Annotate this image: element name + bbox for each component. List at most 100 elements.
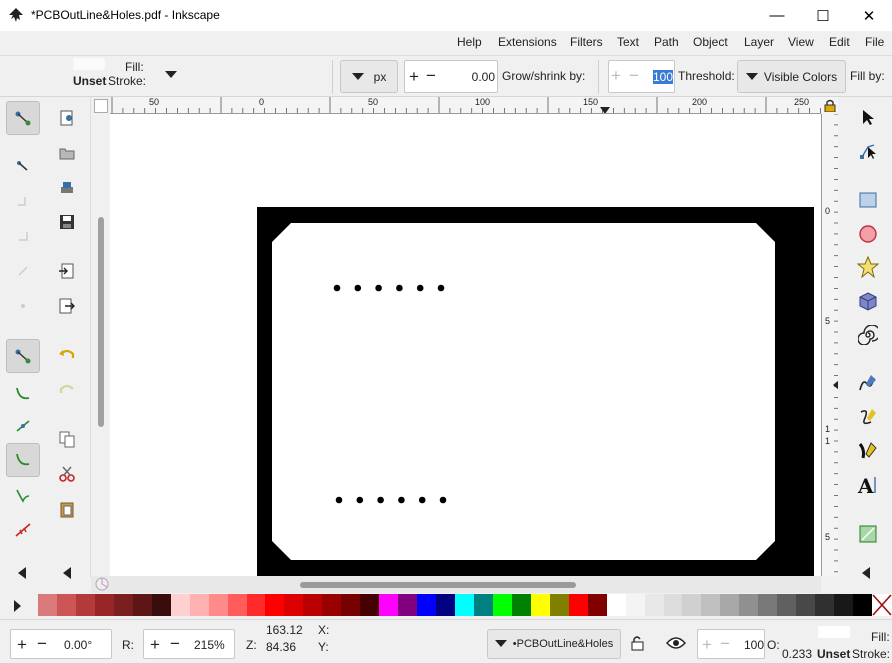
disabled-tool-icon[interactable] <box>6 219 40 253</box>
zoom-spinbox[interactable]: + − 215% <box>143 629 235 659</box>
color-swatch[interactable] <box>379 594 399 616</box>
line-tool-icon[interactable] <box>6 409 40 443</box>
increment-icon[interactable]: + <box>409 67 419 87</box>
scroll-left-icon[interactable] <box>862 567 870 579</box>
redo-icon[interactable] <box>50 373 84 407</box>
undo-icon[interactable] <box>50 338 84 372</box>
decrement-icon[interactable]: − <box>37 634 47 654</box>
color-swatch[interactable] <box>587 594 608 616</box>
color-swatch[interactable] <box>284 594 304 616</box>
print-icon[interactable] <box>50 171 84 205</box>
maximize-button[interactable]: ☐ <box>800 0 846 31</box>
color-swatch[interactable] <box>853 594 873 616</box>
path-tool-icon[interactable] <box>6 149 40 183</box>
vertical-scrollbar[interactable] <box>91 97 110 577</box>
layer-dropdown[interactable]: •PCBOutLine&Holes <box>487 629 621 659</box>
color-swatch[interactable] <box>530 594 551 616</box>
lock-layer-icon[interactable] <box>630 635 646 651</box>
disabled-tool-icon[interactable] <box>6 254 40 288</box>
pen-tool-icon[interactable] <box>851 400 885 434</box>
open-folder-icon[interactable] <box>50 136 84 170</box>
spiral-tool-icon[interactable] <box>851 318 885 352</box>
new-document-icon[interactable] <box>50 101 84 135</box>
pcb-drawing[interactable] <box>110 114 821 576</box>
node-tool-icon[interactable] <box>6 101 40 135</box>
color-swatch[interactable] <box>151 594 172 616</box>
threshold-spinbox[interactable]: + − 100 <box>608 60 675 93</box>
increment-icon[interactable]: + <box>150 635 160 655</box>
color-swatch[interactable] <box>436 594 456 616</box>
color-swatch[interactable] <box>38 594 58 616</box>
color-swatch[interactable] <box>682 594 702 616</box>
color-swatch[interactable] <box>663 594 683 616</box>
minimize-button[interactable]: — <box>754 0 800 31</box>
decrement-icon[interactable]: − <box>170 634 180 654</box>
color-swatch[interactable] <box>113 594 134 616</box>
cut-icon[interactable] <box>50 457 84 491</box>
scroll-left-icon[interactable] <box>18 567 26 579</box>
import-icon[interactable] <box>50 254 84 288</box>
rotation-spinbox[interactable]: + − 0.00° <box>10 629 112 659</box>
color-manage-icon[interactable] <box>95 577 109 591</box>
ellipse-tool-icon[interactable] <box>851 217 885 251</box>
menu-layer[interactable]: Layer <box>744 35 774 49</box>
color-swatch[interactable] <box>777 594 797 616</box>
no-paint-swatch[interactable] <box>872 594 892 616</box>
color-swatch[interactable] <box>455 594 475 616</box>
menu-extensions[interactable]: Extensions <box>498 35 557 49</box>
copy-icon[interactable] <box>50 422 84 456</box>
cusp-tool-icon[interactable] <box>6 479 40 513</box>
text-tool-icon[interactable]: A <box>851 468 885 502</box>
close-button[interactable]: ✕ <box>846 0 892 31</box>
export-icon[interactable] <box>50 289 84 323</box>
color-swatch[interactable] <box>132 594 153 616</box>
color-swatch[interactable] <box>94 594 115 616</box>
palette-menu-icon[interactable] <box>14 600 21 612</box>
vertical-scroll-thumb[interactable] <box>98 217 104 427</box>
color-swatch[interactable] <box>758 594 778 616</box>
color-swatch[interactable] <box>189 594 210 616</box>
layer-visibility-icon[interactable] <box>666 636 686 650</box>
increment-icon[interactable]: + <box>702 635 712 655</box>
segment-tool-icon[interactable] <box>6 339 40 373</box>
color-swatch[interactable] <box>246 594 266 616</box>
pencil-tool-icon[interactable] <box>851 366 885 400</box>
drawing-canvas[interactable] <box>110 114 821 576</box>
color-swatch[interactable] <box>227 594 247 616</box>
lock-guides-icon[interactable] <box>821 97 838 114</box>
menu-view[interactable]: View <box>788 35 814 49</box>
menu-file[interactable]: File <box>865 35 884 49</box>
color-swatch[interactable] <box>303 594 323 616</box>
scroll-left-icon[interactable] <box>63 567 71 579</box>
color-swatch[interactable] <box>56 594 77 616</box>
calligraphy-tool-icon[interactable] <box>851 434 885 468</box>
menu-text[interactable]: Text <box>617 35 639 49</box>
color-swatch[interactable] <box>398 594 418 616</box>
color-swatch[interactable] <box>568 594 589 616</box>
break-path-icon[interactable] <box>6 513 40 547</box>
curve-tool-icon[interactable] <box>6 377 40 411</box>
color-swatch[interactable] <box>720 594 740 616</box>
color-swatch[interactable] <box>815 594 835 616</box>
menu-object[interactable]: Object <box>693 35 728 49</box>
decrement-icon[interactable]: − <box>720 634 730 654</box>
color-swatch[interactable] <box>739 594 759 616</box>
selector-tool-icon[interactable] <box>851 100 885 134</box>
rectangle-tool-icon[interactable] <box>851 183 885 217</box>
color-swatch[interactable] <box>75 594 96 616</box>
menu-filters[interactable]: Filters <box>570 35 603 49</box>
node-editor-tool-icon[interactable] <box>851 134 885 168</box>
disabled-tool-icon[interactable] <box>6 289 40 323</box>
color-swatch[interactable] <box>170 594 191 616</box>
horizontal-scroll-thumb[interactable] <box>300 582 576 588</box>
color-swatch[interactable] <box>417 594 437 616</box>
style-dropdown-icon[interactable] <box>165 71 177 79</box>
increment-icon[interactable]: + <box>611 66 621 86</box>
horizontal-scrollbar[interactable] <box>91 576 821 593</box>
color-swatch[interactable] <box>511 594 532 616</box>
smooth-tool-icon[interactable] <box>6 443 40 477</box>
disabled-tool-icon[interactable] <box>6 184 40 218</box>
increment-icon[interactable]: + <box>17 635 27 655</box>
gradient-tool-icon[interactable] <box>851 517 885 551</box>
color-swatch[interactable] <box>341 594 361 616</box>
